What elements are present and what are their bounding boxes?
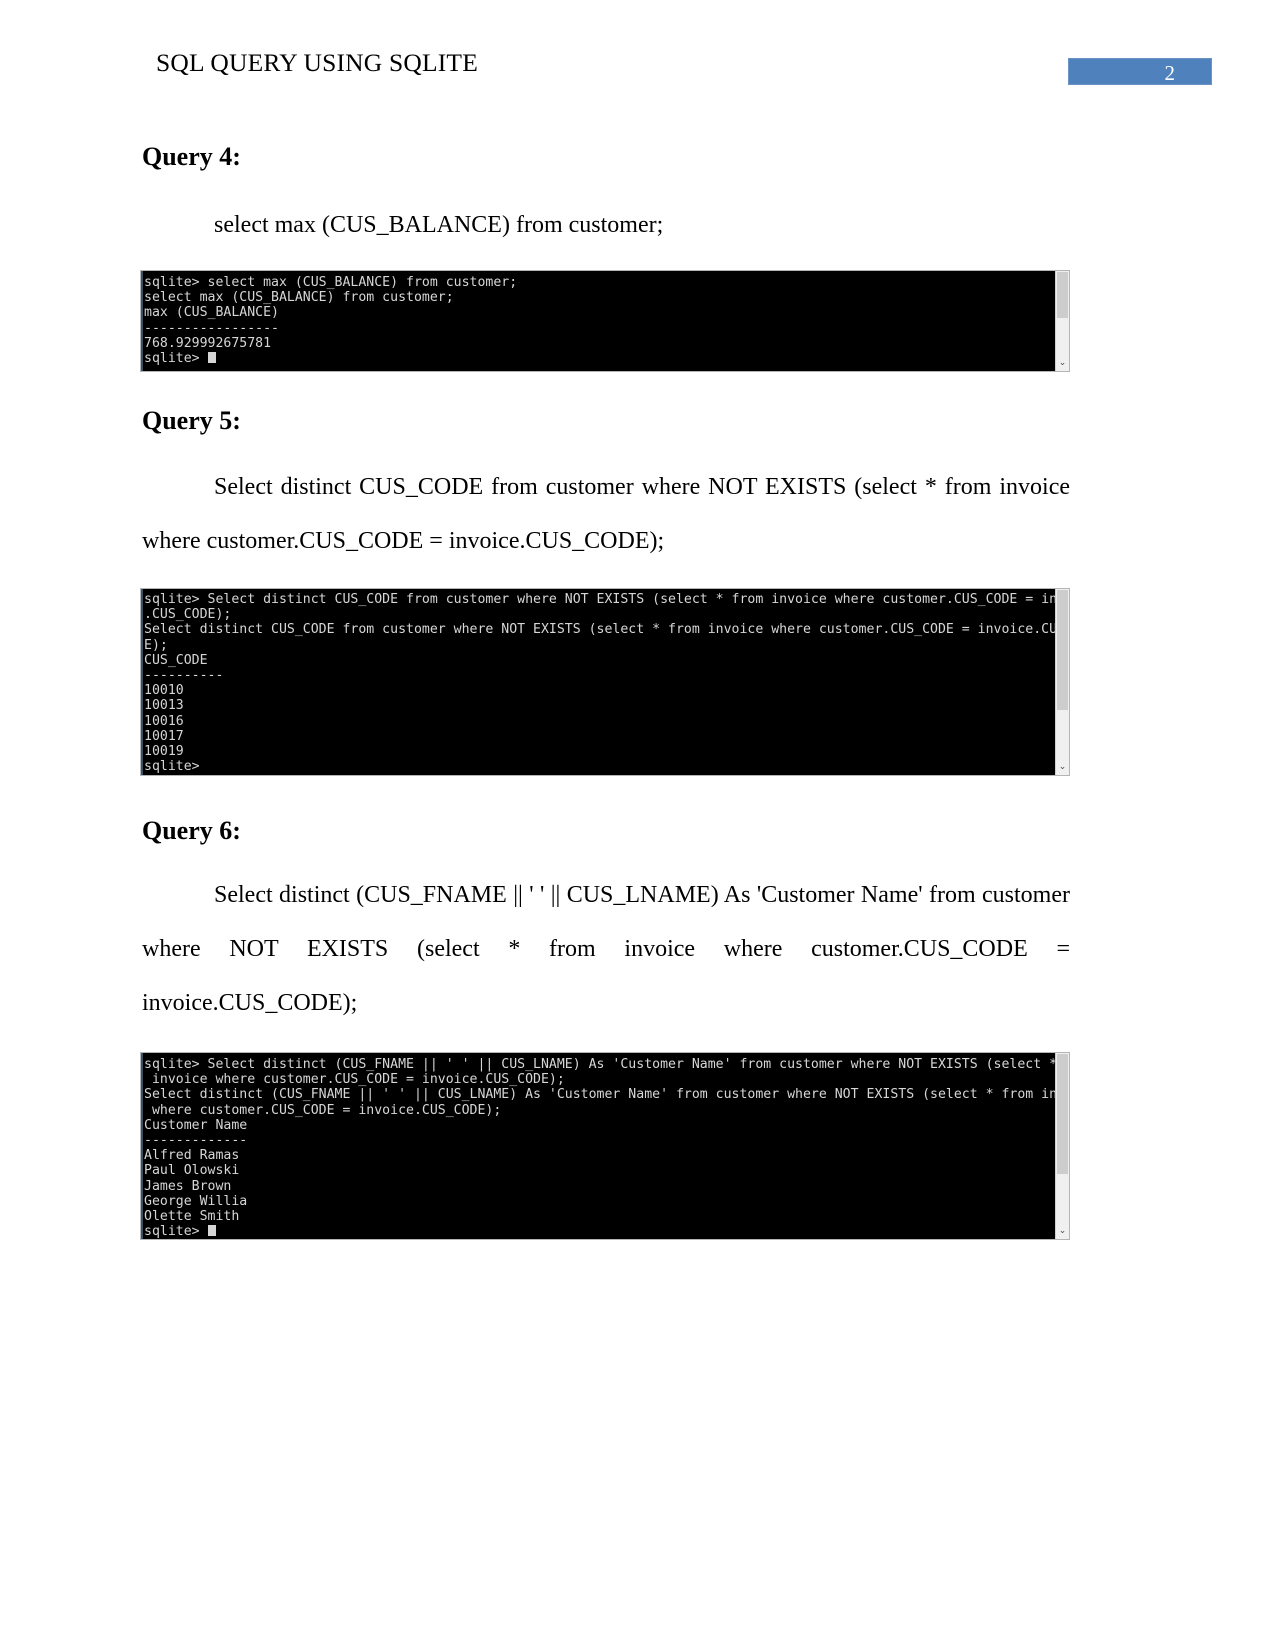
query-5-body: Select distinct CUS_CODE from customer w… [142, 474, 1070, 554]
scroll-down-arrow-icon[interactable]: ⌄ [1056, 761, 1069, 774]
terminal-left-edge [141, 271, 143, 371]
page-number-badge: 2 [1068, 58, 1212, 85]
terminal-text-query-5: sqlite> Select distinct CUS_CODE from cu… [144, 592, 1055, 775]
terminal-left-edge [141, 1053, 143, 1239]
scroll-down-arrow-icon[interactable]: ⌄ [1056, 357, 1069, 370]
query-5-heading: Query 5: [142, 406, 241, 435]
terminal-text-query-6: sqlite> Select distinct (CUS_FNAME || ' … [144, 1057, 1055, 1239]
terminal-screen-query-5: sqlite> Select distinct CUS_CODE from cu… [141, 589, 1055, 775]
terminal-screen-query-6: sqlite> Select distinct (CUS_FNAME || ' … [141, 1053, 1055, 1239]
terminal-screen-query-4: sqlite> select max (CUS_BALANCE) from cu… [141, 271, 1055, 371]
query-4-heading: Query 4: [142, 142, 241, 171]
terminal-output-query-6[interactable]: sqlite> Select distinct (CUS_FNAME || ' … [140, 1052, 1070, 1240]
terminal-left-edge [141, 589, 143, 775]
terminal-output-query-4[interactable]: sqlite> select max (CUS_BALANCE) from cu… [140, 270, 1070, 372]
query-6-body: Select distinct (CUS_FNAME || ' ' || CUS… [142, 882, 1070, 1016]
terminal-text-query-4: sqlite> select max (CUS_BALANCE) from cu… [144, 275, 518, 367]
page-number-text: 2 [1164, 61, 1176, 85]
document-page: SQL QUERY USING SQLITE 2 Query 4: select… [0, 0, 1275, 1650]
page-title: SQL QUERY USING SQLITE [156, 48, 478, 77]
scrollbar-thumb[interactable] [1057, 272, 1068, 318]
query-6-heading: Query 6: [142, 816, 241, 845]
terminal-output-query-5[interactable]: sqlite> Select distinct CUS_CODE from cu… [140, 588, 1070, 776]
scrollbar-thumb[interactable] [1057, 1054, 1068, 1174]
terminal-scrollbar-query-6[interactable]: ⌄ [1055, 1053, 1069, 1239]
terminal-cursor [207, 352, 216, 364]
terminal-scrollbar-query-4[interactable]: ⌄ [1055, 271, 1069, 371]
terminal-scrollbar-query-5[interactable]: ⌄ [1055, 589, 1069, 775]
scroll-down-arrow-icon[interactable]: ⌄ [1056, 1225, 1069, 1238]
scrollbar-thumb[interactable] [1057, 590, 1068, 710]
query-4-body: select max (CUS_BALANCE) from customer; [214, 212, 664, 238]
terminal-cursor [207, 1225, 216, 1237]
